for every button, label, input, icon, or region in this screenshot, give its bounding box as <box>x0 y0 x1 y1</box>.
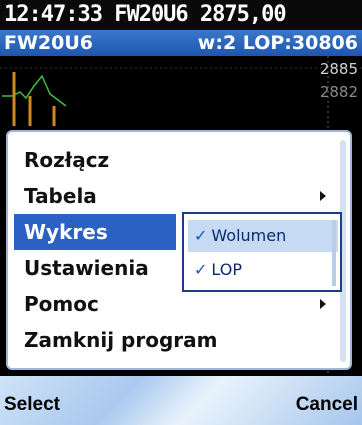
price-line <box>2 74 67 107</box>
price-axis-label-top: 2885 <box>319 60 358 78</box>
instrument-symbol: FW20U6 <box>4 32 94 54</box>
submenu-item-volume[interactable]: ✓ Wolumen <box>188 220 338 252</box>
menu-item-disconnect[interactable]: Rozłącz <box>14 142 338 178</box>
submenu-item-lop[interactable]: ✓ LOP <box>188 254 338 286</box>
menu-item-table[interactable]: Tabela <box>14 178 338 214</box>
submenu-arrow-icon <box>320 191 326 201</box>
menu-item-label: Ustawienia <box>24 256 149 280</box>
status-bar: 12:47:33 FW20U6 2875,00 <box>0 0 362 30</box>
menu-item-chart[interactable]: Wykres <box>14 214 176 250</box>
submenu-item-label: Wolumen <box>211 226 287 245</box>
instrument-info: w:2 LOP:30806 <box>197 32 358 54</box>
status-line: 12:47:33 FW20U6 2875,00 <box>4 2 287 27</box>
submenu-scrollbar[interactable] <box>332 220 336 286</box>
menu-item-label: Rozłącz <box>24 148 110 172</box>
softkey-bar: Select Cancel <box>0 376 362 425</box>
menu-item-label: Pomoc <box>24 292 99 316</box>
instrument-bar: FW20U6 w:2 LOP:30806 <box>0 30 362 56</box>
checkmark-icon: ✓ <box>194 226 208 245</box>
checkmark-icon: ✓ <box>194 260 208 279</box>
menu-item-label: Zamknij program <box>24 328 218 352</box>
select-softkey[interactable]: Select <box>4 394 60 416</box>
submenu-arrow-icon <box>320 299 326 309</box>
chart-submenu: ✓ Wolumen ✓ LOP <box>182 212 342 292</box>
submenu-item-label: LOP <box>211 260 242 279</box>
menu-item-label: Wykres <box>24 220 108 244</box>
menu-item-label: Tabela <box>24 184 97 208</box>
cancel-softkey[interactable]: Cancel <box>296 394 358 416</box>
price-axis-label-second: 2882 <box>319 83 358 101</box>
menu-item-exit[interactable]: Zamknij program <box>14 322 338 358</box>
